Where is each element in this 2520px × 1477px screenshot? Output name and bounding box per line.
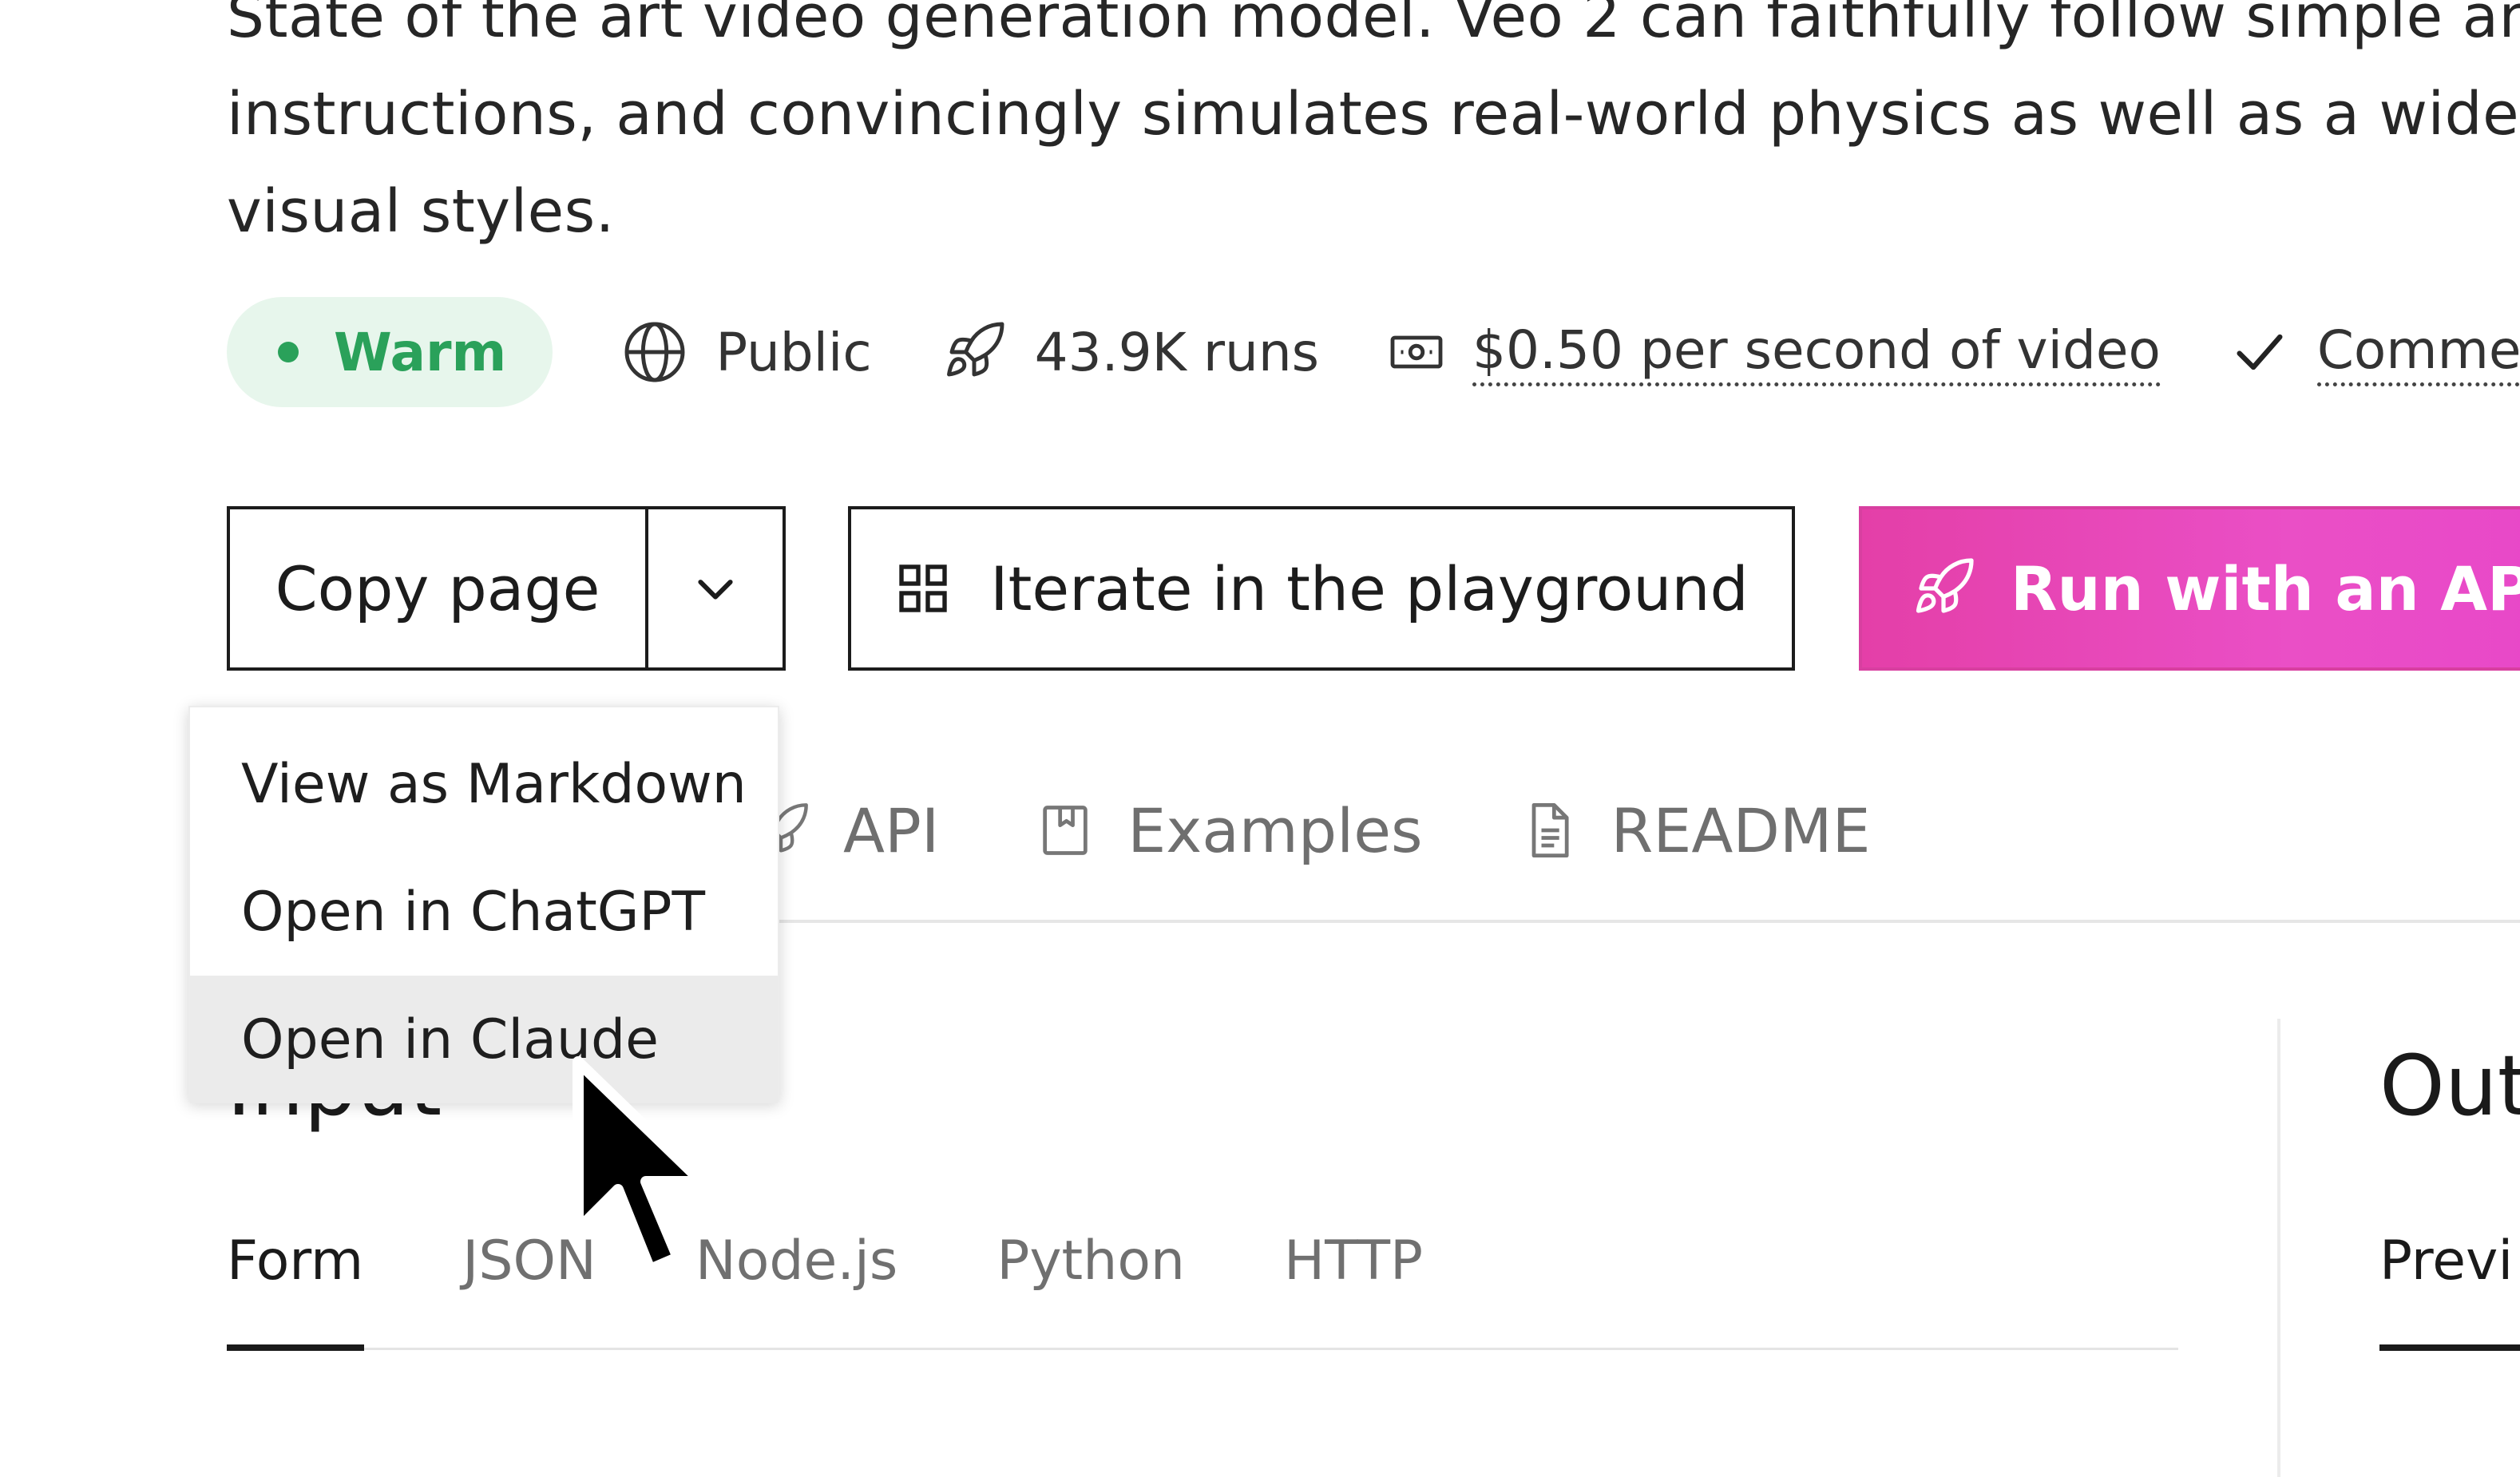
status-badge: Warm [227,297,553,407]
status-dot [278,342,299,362]
check-icon [2237,334,2283,370]
status-label: Warm [334,321,507,383]
iterate-playground-label: Iterate in the playground [990,552,1749,624]
tab-readme[interactable]: README [1519,794,1871,866]
runs-item: 43.9K runs [941,319,1319,386]
output-tab-preview[interactable]: Previ [2379,1230,2513,1293]
copy-page-split-button: Copy page [227,506,786,671]
copy-page-button[interactable]: Copy page [230,509,648,667]
input-output-divider [2277,1019,2280,1477]
input-tabs-divider [227,1348,2178,1350]
model-page: State of the art video generation model.… [0,0,2520,1477]
input-format-tabs: Form JSON Node.js Python HTTP [227,1230,1522,1293]
menu-item-view-markdown[interactable]: View as Markdown [190,720,778,848]
model-tabs: API Examples README [751,782,1966,878]
mouse-cursor-icon [573,1056,707,1275]
rocket-icon [946,322,1004,377]
subtab-http[interactable]: HTTP [1284,1230,1423,1293]
globe-icon [624,322,685,382]
bookmark-book-icon [1043,806,1088,855]
runs-count: 43.9K runs [1034,321,1320,383]
iterate-playground-button[interactable]: Iterate in the playground [848,506,1795,671]
tab-readme-label: README [1611,794,1871,866]
copy-page-dropdown-menu: View as Markdown Open in ChatGPT Open in… [188,706,779,1103]
visibility-item: Public [621,319,872,386]
document-icon [1531,802,1569,858]
run-with-api-button[interactable]: Run with an API [1859,506,2520,671]
commercial-link[interactable]: Commer [2316,319,2520,386]
tab-api-label: API [843,794,940,866]
active-subtab-indicator [227,1344,364,1351]
model-description: State of the art video generation model.… [227,0,2520,260]
output-active-tab-indicator [2379,1344,2520,1351]
description-line-1: State of the art video generation model.… [227,0,2520,51]
description-line-2: instructions, and convincingly simulates… [227,80,2520,148]
description-line-3: visual styles. [227,177,615,246]
rocket-icon [1916,558,1974,613]
grid-icon [899,564,947,612]
subtab-python[interactable]: Python [997,1230,1185,1293]
chevron-down-icon [698,580,733,600]
model-meta-row: Warm Public 43.9K runs $0.50 per second … [227,297,2520,407]
visibility-label: Public [715,321,872,383]
subtab-form[interactable]: Form [227,1230,363,1293]
commercial-item[interactable]: Commer [2229,319,2520,386]
tab-examples[interactable]: Examples [1035,794,1423,866]
copy-page-dropdown-toggle[interactable] [648,509,783,667]
tab-examples-label: Examples [1127,794,1423,866]
price-item[interactable]: $0.50 per second of video [1388,319,2161,386]
menu-item-open-chatgpt[interactable]: Open in ChatGPT [190,848,778,976]
output-section-title: Out [2379,1037,2520,1134]
cash-icon [1390,335,1443,369]
price-link[interactable]: $0.50 per second of video [1472,319,2161,386]
run-with-api-label: Run with an API [2011,552,2520,624]
